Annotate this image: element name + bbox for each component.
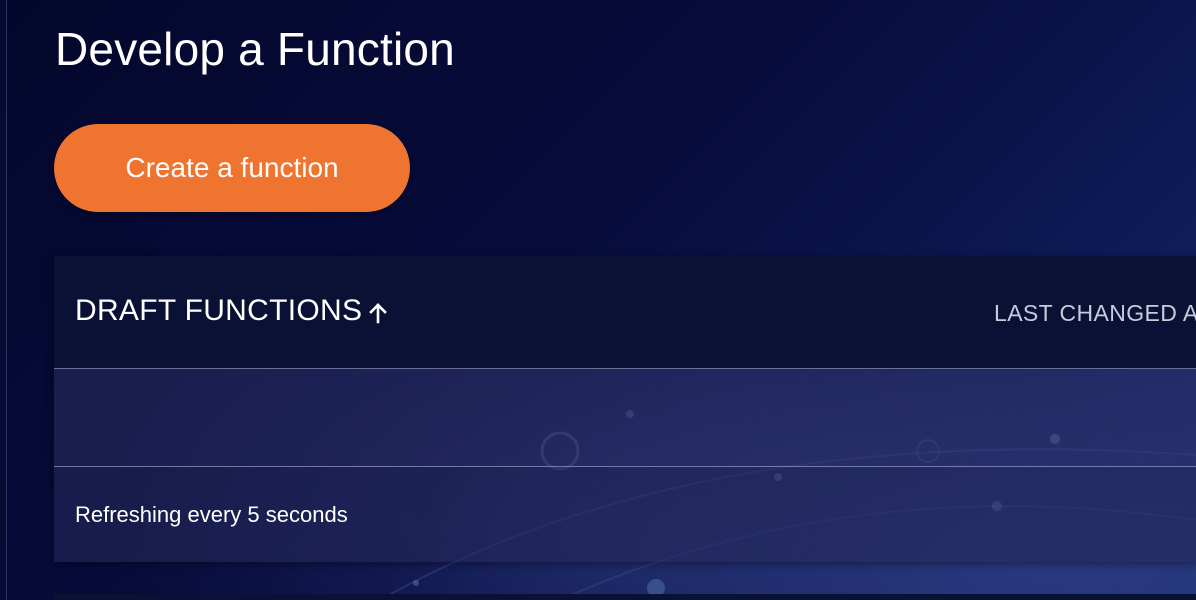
- left-edge-divider: [0, 0, 7, 600]
- table-header: DRAFT FUNCTIONS LAST CHANGED A: [54, 256, 1196, 369]
- create-function-button[interactable]: Create a function: [54, 124, 410, 212]
- next-panel-edge: [54, 594, 1196, 600]
- table-footer: Refreshing every 5 seconds: [54, 467, 1196, 562]
- column-header-label: DRAFT FUNCTIONS: [75, 294, 363, 327]
- draft-functions-table: DRAFT FUNCTIONS LAST CHANGED A Refreshin…: [54, 256, 1196, 562]
- arrow-up-icon: [366, 299, 390, 324]
- refresh-status-text: Refreshing every 5 seconds: [75, 502, 348, 527]
- column-header-draft-functions[interactable]: DRAFT FUNCTIONS: [75, 294, 390, 328]
- table-empty-row: [54, 369, 1196, 467]
- column-header-last-changed[interactable]: LAST CHANGED A: [994, 300, 1196, 327]
- page-title: Develop a Function: [55, 23, 455, 75]
